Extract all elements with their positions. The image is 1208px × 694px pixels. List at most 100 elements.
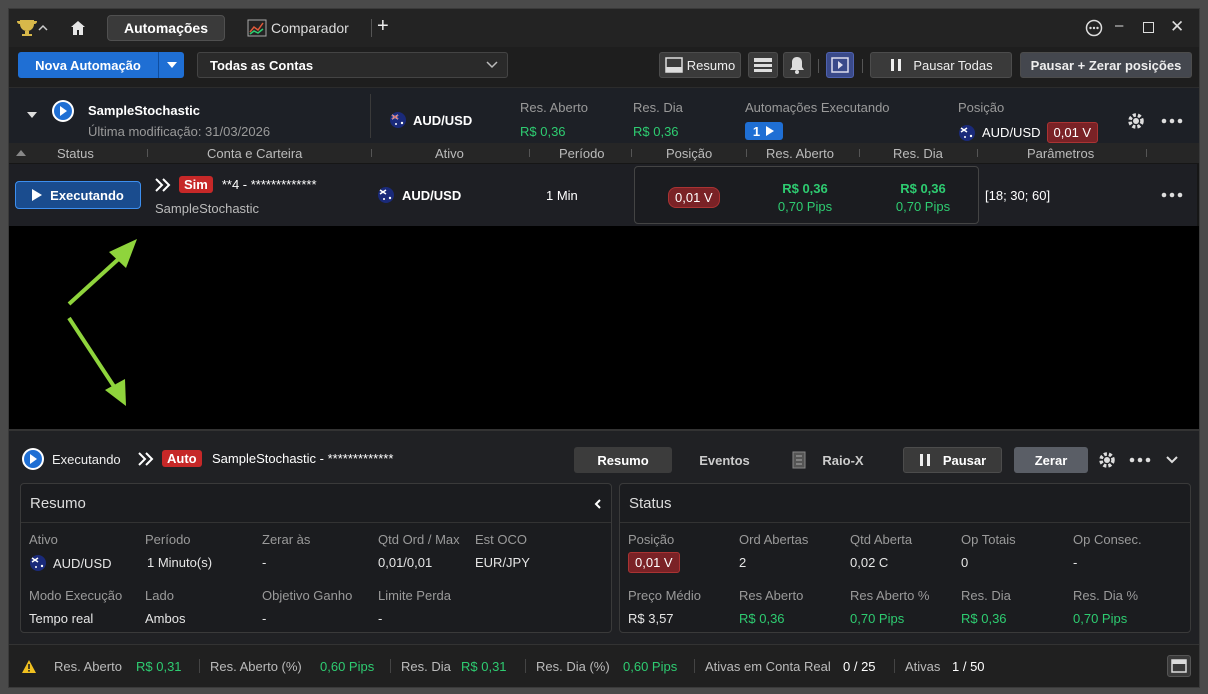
panel-tab-raiox[interactable]: Raio-X (777, 447, 877, 473)
ellipsis-icon[interactable] (1129, 457, 1151, 463)
sb-res-dia-label: Res. Dia (401, 659, 451, 674)
field-label: Res Aberto % (850, 588, 930, 603)
tab-automacoes[interactable]: Automações (107, 15, 225, 41)
col-parametros[interactable]: Parâmetros (1027, 146, 1094, 161)
resumo-card: Resumo Ativo AUD/USD Período 1 Minuto(s)… (20, 483, 612, 633)
field-label: Res. Dia % (1073, 588, 1139, 603)
panel-tab-label: Resumo (597, 452, 649, 468)
caret-down-icon[interactable] (27, 112, 37, 118)
reset-label: Zerar (1034, 452, 1068, 468)
panel-tab-resumo[interactable]: Resumo (574, 447, 672, 473)
sb-real-label: Ativas em Conta Real (705, 659, 831, 674)
status-button[interactable]: Executando (15, 181, 141, 209)
chevron-down-icon[interactable] (1165, 454, 1179, 466)
home-icon (71, 21, 85, 35)
warning-icon[interactable] (21, 659, 37, 674)
pause-all-button[interactable]: Pausar Todas (870, 52, 1012, 78)
summary-asset: AUD/USD (389, 111, 472, 129)
pause-reset-label: Pausar + Zerar posições (1030, 57, 1182, 73)
window-icon (1171, 659, 1187, 673)
title-bar: Automações Comparador + – ✕ (9, 9, 1199, 47)
play-circle-icon[interactable] (21, 447, 45, 471)
trophy-icon (17, 20, 37, 36)
chevron-left-icon[interactable] (594, 499, 602, 509)
panel-title: SampleStochastic - ************* (212, 451, 394, 466)
col-ativo[interactable]: Ativo (435, 146, 464, 161)
sb-res-dia-pct-label: Res. Dia (%) (536, 659, 610, 674)
col-status[interactable]: Status (57, 146, 94, 161)
res-aberto-label: Res. Aberto (520, 100, 588, 115)
col-periodo[interactable]: Período (559, 146, 605, 161)
bell-icon (790, 57, 804, 74)
sb-real-value: 0 / 25 (843, 659, 876, 674)
maximize-button[interactable] (1143, 22, 1154, 33)
portfolio-label: SampleStochastic (155, 201, 260, 216)
field-label: Res. Dia (961, 588, 1011, 603)
app-menu-button[interactable] (15, 18, 49, 38)
posicao-label: Posição (958, 100, 1005, 115)
minimize-button[interactable]: – (1115, 17, 1123, 34)
field-value: - (1073, 555, 1078, 570)
pause-icon (891, 59, 902, 71)
col-conta[interactable]: Conta e Carteira (207, 146, 302, 161)
more-options-button[interactable] (1085, 19, 1103, 40)
au-flag-icon (378, 187, 394, 203)
posicao-asset: AUD/USD (982, 125, 1041, 140)
pause-all-label: Pausar Todas (913, 57, 993, 73)
replay-button[interactable] (826, 52, 854, 78)
field-label: Objetivo Ganho (262, 588, 353, 603)
new-automation-button[interactable]: Nova Automação (18, 52, 184, 78)
executed-count: 1 (752, 123, 761, 139)
close-button[interactable]: ✕ (1170, 17, 1184, 37)
res-dia-label: Res. Dia (633, 100, 683, 115)
table-row[interactable]: Executando Sim **4 - ************* Sampl… (9, 164, 1197, 226)
period-cell: 1 Min (546, 188, 578, 203)
field-label: Qtd Ord / Max (378, 532, 460, 547)
field-label: Posição (628, 532, 675, 547)
sort-up-icon[interactable] (16, 150, 26, 156)
notifications-button[interactable] (783, 52, 811, 78)
ellipsis-icon[interactable] (1161, 192, 1183, 198)
ellipsis-icon[interactable] (1161, 118, 1183, 124)
add-tab-button[interactable]: + (377, 15, 389, 38)
field-label: Qtd Aberta (850, 532, 913, 547)
pause-button[interactable]: Pausar (903, 447, 1002, 473)
col-res-dia[interactable]: Res. Dia (893, 146, 943, 161)
toggle-panel-button[interactable] (1167, 655, 1191, 677)
pause-label: Pausar (942, 452, 987, 468)
accounts-select[interactable]: Todas as Contas (197, 52, 508, 78)
panel-tab-label: Eventos (699, 452, 750, 468)
more-circle-icon (1085, 19, 1103, 37)
automation-group-summary[interactable]: SampleStochastic Última modificação: 31/… (9, 87, 1199, 143)
reset-button[interactable]: Zerar (1014, 447, 1088, 473)
chart-icon (247, 19, 267, 37)
tab-label: Comparador (271, 20, 349, 36)
executed-count-badge[interactable]: 1 (745, 122, 783, 140)
list-view-button[interactable] (748, 52, 778, 78)
status-card-title: Status (629, 495, 672, 512)
resumo-view-button[interactable]: Resumo (659, 52, 741, 78)
col-res-aberto[interactable]: Res. Aberto (766, 146, 834, 161)
xray-icon (792, 451, 806, 469)
field-value: Ambos (145, 611, 186, 626)
new-automation-label: Nova Automação (35, 57, 141, 73)
accounts-select-value: Todas as Contas (210, 57, 314, 73)
col-posicao[interactable]: Posição (666, 146, 712, 161)
field-label: Ord Abertas (739, 532, 809, 547)
status-label: Executando (50, 187, 124, 203)
field-value: R$ 0,36 (961, 611, 1007, 626)
home-button[interactable] (69, 19, 87, 40)
tab-comparador[interactable]: Comparador (247, 17, 349, 39)
gear-icon[interactable] (1097, 450, 1117, 470)
pause-reset-button[interactable]: Pausar + Zerar posições (1020, 52, 1192, 78)
panel-tab-eventos[interactable]: Eventos (672, 447, 777, 473)
resumo-card-title: Resumo (30, 495, 86, 512)
panel-mode-badge: Auto (162, 450, 202, 467)
list-icon (754, 58, 772, 72)
pause-icon (919, 454, 930, 466)
gear-icon[interactable] (1126, 111, 1146, 131)
table-header: Status Conta e Carteira Ativo Período Po… (9, 143, 1199, 163)
new-automation-dropdown[interactable] (158, 52, 184, 78)
play-circle-icon[interactable] (51, 99, 75, 123)
app-window: Automações Comparador + – ✕ Nova Automaç… (8, 8, 1200, 688)
